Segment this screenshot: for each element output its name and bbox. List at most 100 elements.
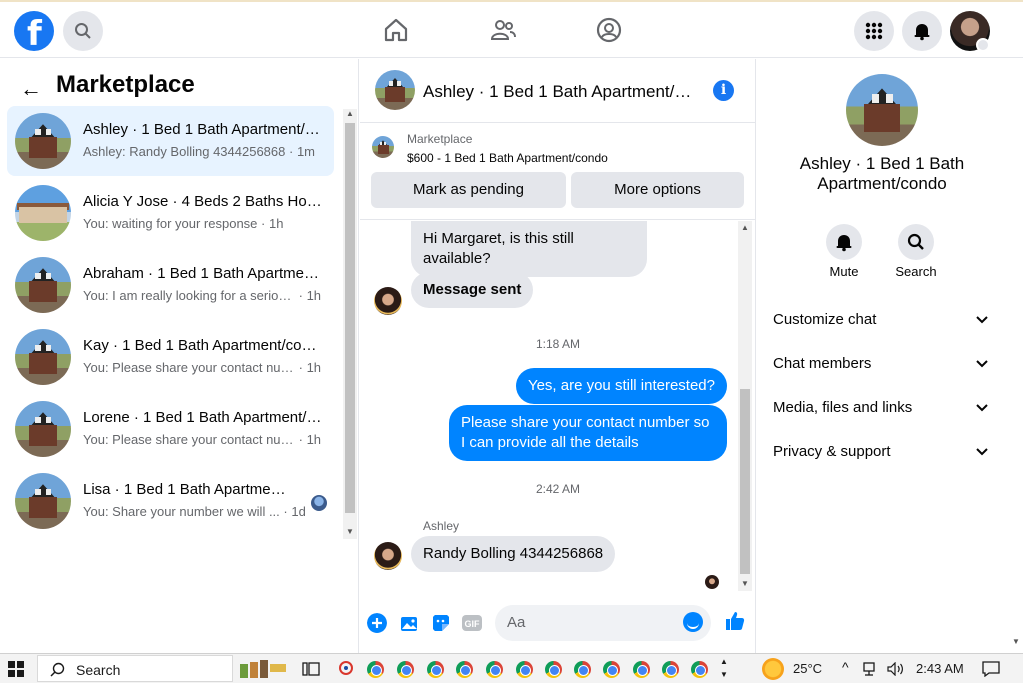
outgoing-message: Please share your contact number so I ca…: [449, 405, 727, 461]
page-title: Marketplace: [56, 71, 195, 98]
chevron-down-icon[interactable]: [976, 360, 988, 368]
seen-avatar: [311, 495, 327, 511]
windows-start-icon[interactable]: [8, 661, 24, 677]
conversation-item[interactable]: Kay · 1 Bed 1 Bath Apartment/condo You: …: [7, 322, 334, 392]
thumbs-up-icon[interactable]: [724, 610, 746, 632]
chrome-icon[interactable]: [603, 661, 620, 678]
svg-text:GIF: GIF: [465, 619, 481, 629]
read-receipt-avatar: [705, 575, 719, 589]
listing-thumbnail[interactable]: [375, 70, 415, 110]
chrome-icon[interactable]: [574, 661, 591, 678]
search-highlight-image: [234, 658, 292, 680]
chevron-down-icon[interactable]: [976, 404, 988, 412]
notification-center-icon[interactable]: [982, 661, 1000, 677]
conversation-preview: Ashley: Randy Bolling 4344256868 · 1m: [83, 144, 315, 159]
search-in-conversation-button[interactable]: [898, 224, 934, 260]
incoming-message: Randy Bolling 4344256868: [411, 536, 616, 572]
conversation-name: Lisa · 1 Bed 1 Bath Apartment/condo: [83, 481, 293, 498]
conversation-item[interactable]: Ashley · 1 Bed 1 Bath Apartment/condo As…: [7, 106, 334, 176]
facebook-logo[interactable]: f: [14, 11, 54, 54]
conversation-title: Ashley · 1 Bed 1 Bath Apartment/condo: [799, 154, 965, 193]
listing-thumbnail: [15, 185, 71, 241]
chrome-icon[interactable]: [633, 661, 650, 678]
media-files-links-section[interactable]: Media, files and links: [773, 399, 995, 416]
conversation-item[interactable]: Abraham · 1 Bed 1 Bath Apartment/condo Y…: [7, 250, 334, 320]
scroll-up-icon[interactable]: ▲: [346, 109, 354, 118]
listing-thumbnail[interactable]: [372, 136, 394, 158]
groups-icon[interactable]: [595, 16, 623, 44]
chrome-icon[interactable]: [545, 661, 562, 678]
network-icon[interactable]: [863, 662, 881, 676]
message-input[interactable]: Aa: [495, 605, 711, 641]
listing-thumbnail: [15, 401, 71, 457]
add-icon[interactable]: [367, 613, 387, 633]
more-options-button[interactable]: More options: [571, 172, 744, 208]
listing-thumbnail: [15, 329, 71, 385]
scroll-down-icon[interactable]: ▼: [1012, 637, 1020, 646]
customize-chat-section[interactable]: Customize chat: [773, 311, 995, 328]
listing-thumbnail: [15, 257, 71, 313]
chrome-icon[interactable]: [427, 661, 444, 678]
show-hidden-icons-icon[interactable]: ^: [842, 659, 849, 675]
search-icon: [50, 662, 65, 677]
conversation-details-panel: Ashley · 1 Bed 1 Bath Apartment/condo Mu…: [757, 59, 1023, 653]
incoming-message: Hi Margaret, is this still available?: [411, 221, 647, 277]
scrollbar-thumb[interactable]: [345, 123, 355, 513]
chrome-icon[interactable]: [456, 661, 473, 678]
chrome-icon[interactable]: [486, 661, 503, 678]
conversation-name: Kay · 1 Bed 1 Bath Apartment/condo: [83, 337, 323, 354]
task-view-icon[interactable]: [302, 661, 320, 677]
temperature[interactable]: 25°C: [793, 661, 822, 676]
chrome-icon[interactable]: [367, 661, 384, 678]
home-icon[interactable]: [382, 16, 410, 44]
volume-icon[interactable]: [887, 662, 905, 676]
clock[interactable]: 2:43 AM: [916, 661, 964, 676]
taskbar-scroll-icon[interactable]: ▲ ▼: [720, 655, 728, 681]
chrome-icon[interactable]: [397, 661, 414, 678]
bell-icon: [836, 235, 852, 252]
search-icon: [907, 233, 924, 250]
sender-avatar: [374, 542, 402, 570]
scroll-up-icon[interactable]: ▲: [741, 223, 749, 232]
chrome-icon[interactable]: [691, 661, 708, 678]
back-arrow-icon[interactable]: ←: [20, 76, 42, 102]
app-icon[interactable]: [337, 660, 355, 678]
conversation-name: Alicia Y Jose · 4 Beds 2 Baths House: [83, 193, 323, 210]
weather-icon[interactable]: [762, 658, 784, 680]
scroll-down-icon[interactable]: ▼: [346, 527, 354, 536]
scrollbar[interactable]: ▲ ▼: [738, 221, 752, 591]
chrome-icon[interactable]: [516, 661, 533, 678]
chevron-down-icon[interactable]: [976, 38, 990, 52]
scroll-down-icon[interactable]: ▼: [741, 579, 749, 588]
mute-button[interactable]: [826, 224, 862, 260]
chat-members-section[interactable]: Chat members: [773, 355, 995, 372]
message-timestamp: 2:42 AM: [535, 482, 581, 496]
conversation-list-panel: ← Marketplace Ashley · 1 Bed 1 Bath Apar…: [0, 59, 359, 653]
friends-icon[interactable]: [489, 16, 517, 44]
conversation-item[interactable]: Lisa · 1 Bed 1 Bath Apartment/condo You:…: [7, 466, 334, 536]
listing-source: Marketplace: [407, 132, 473, 146]
scrollbar-thumb[interactable]: [740, 389, 750, 574]
search-icon[interactable]: [63, 11, 103, 51]
conversation-item[interactable]: Lorene · 1 Bed 1 Bath Apartment/condo Yo…: [7, 394, 334, 464]
gif-icon[interactable]: GIF: [462, 613, 482, 633]
menu-grid-icon[interactable]: [854, 11, 894, 51]
emoji-icon[interactable]: [683, 612, 703, 632]
photo-icon[interactable]: [399, 613, 419, 633]
message-timestamp: 1:18 AM: [535, 337, 581, 351]
info-icon[interactable]: i: [713, 80, 734, 101]
listing-price[interactable]: $600 - 1 Bed 1 Bath Apartment/condo: [407, 151, 608, 165]
mark-pending-button[interactable]: Mark as pending: [371, 172, 566, 208]
chevron-down-icon[interactable]: [976, 316, 988, 324]
mute-label: Mute: [829, 264, 859, 279]
scrollbar[interactable]: ▲ ▼: [343, 109, 357, 539]
conversation-item[interactable]: Alicia Y Jose · 4 Beds 2 Baths House You…: [7, 178, 334, 248]
notifications-icon[interactable]: [902, 11, 942, 51]
privacy-support-section[interactable]: Privacy & support: [773, 443, 995, 460]
sticker-icon[interactable]: [431, 613, 451, 633]
chevron-down-icon[interactable]: [976, 448, 988, 456]
chat-title[interactable]: Ashley · 1 Bed 1 Bath Apartment/condo: [423, 82, 693, 102]
chrome-icon[interactable]: [662, 661, 679, 678]
listing-thumbnail[interactable]: [846, 74, 918, 146]
taskbar-search[interactable]: Search: [37, 655, 286, 682]
